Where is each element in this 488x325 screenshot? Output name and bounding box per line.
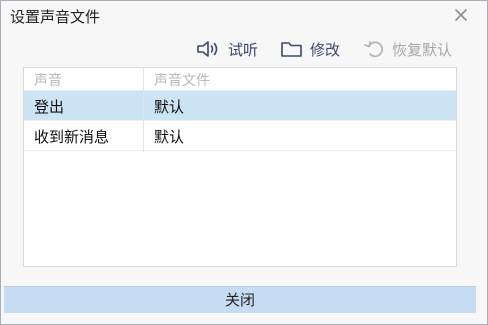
speaker-icon (196, 38, 222, 60)
test-button-label: 试听 (228, 40, 259, 59)
restore-default-button[interactable]: 恢复默认 (362, 35, 452, 63)
title-bar: 设置声音文件 (1, 1, 487, 29)
row-divider (24, 150, 456, 151)
close-button[interactable]: 关闭 (4, 286, 476, 313)
cell-sound: 登出 (34, 98, 65, 116)
restore-default-label: 恢复默认 (392, 40, 453, 59)
cell-sound: 收到新消息 (34, 128, 110, 146)
test-button[interactable]: 试听 (196, 35, 258, 63)
dialog-title: 设置声音文件 (10, 8, 101, 26)
sound-settings-dialog: 设置声音文件 试听 修改 恢复默认 声音 声音文件 登出 默认 收到新消息 默认… (0, 0, 488, 325)
cell-sound-file: 默认 (154, 98, 185, 116)
column-header-sound[interactable]: 声音 (34, 70, 62, 90)
sound-table: 声音 声音文件 登出 默认 收到新消息 默认 (23, 67, 457, 267)
table-row[interactable]: 收到新消息 默认 (24, 121, 456, 150)
edit-button-label: 修改 (310, 40, 341, 59)
folder-icon (280, 38, 304, 60)
undo-icon (362, 38, 386, 60)
cell-sound-file: 默认 (154, 128, 185, 146)
close-icon[interactable] (451, 5, 471, 25)
column-divider (143, 68, 144, 152)
toolbar: 试听 修改 恢复默认 (1, 35, 487, 63)
column-header-sound-file[interactable]: 声音文件 (154, 70, 210, 90)
table-header: 声音 声音文件 (24, 68, 456, 91)
edit-button[interactable]: 修改 (280, 35, 340, 63)
table-row[interactable]: 登出 默认 (24, 91, 456, 120)
